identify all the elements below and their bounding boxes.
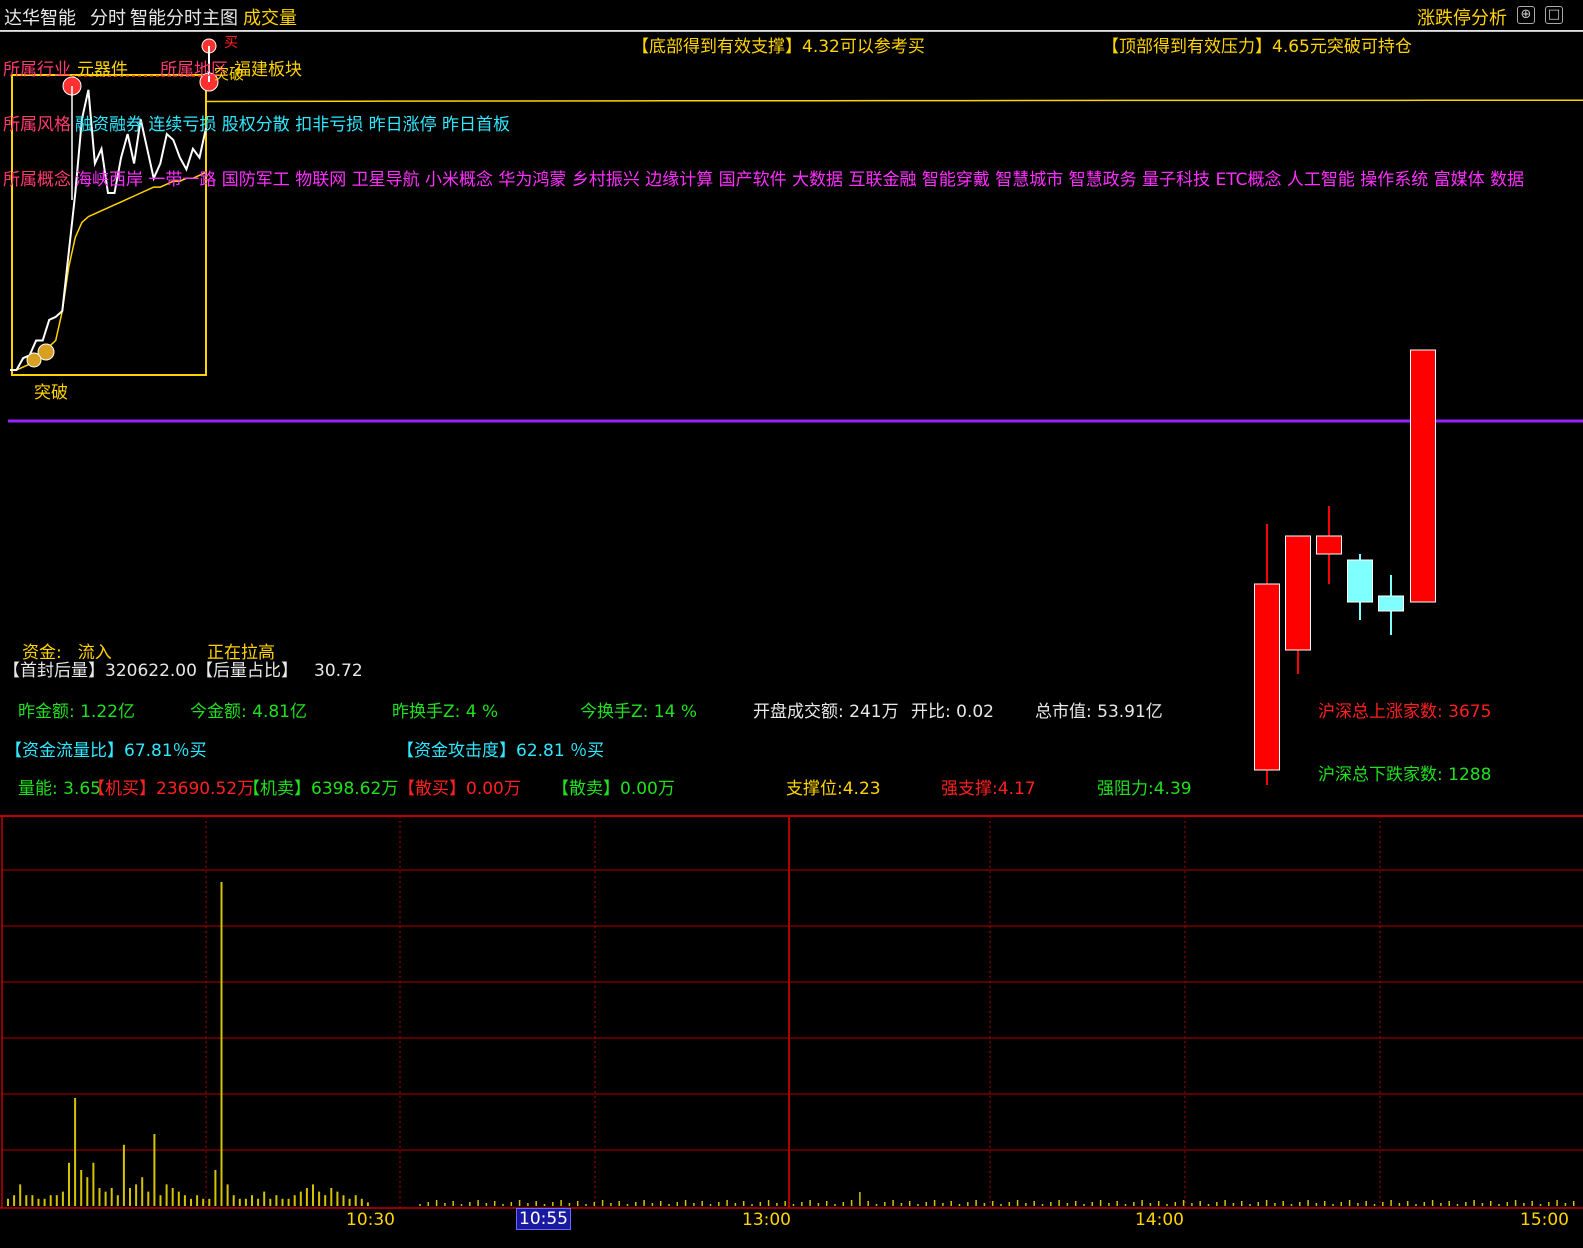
today-amount: 今金额: 4.81亿 bbox=[190, 702, 307, 722]
candle-body bbox=[1285, 535, 1311, 651]
retail-sell: 【散卖】0.00万 bbox=[552, 779, 675, 799]
candle-body bbox=[1347, 559, 1373, 603]
up-count: 沪深总上涨家数: 3675 bbox=[1318, 702, 1492, 722]
time-tick: 13:00 bbox=[742, 1210, 791, 1230]
today-turnover: 今换手Z: 14 % bbox=[580, 702, 697, 722]
inst-sell: 【机卖】6398.62万 bbox=[243, 779, 399, 799]
retail-buy: 【散买】0.00万 bbox=[398, 779, 521, 799]
market-cap: 总市值: 53.91亿 bbox=[1035, 702, 1163, 722]
prev-amount: 昨金额: 1.22亿 bbox=[18, 702, 135, 722]
candle-body bbox=[1410, 349, 1436, 603]
time-tick: 15:00 bbox=[1520, 1210, 1569, 1230]
breakout-bottom-label: 突破 bbox=[34, 383, 68, 403]
down-count: 沪深总下跌家数: 1288 bbox=[1318, 765, 1492, 785]
attack-degree: 【资金攻击度】62.81 ％买 bbox=[397, 741, 605, 761]
support-level: 支撑位:4.23 bbox=[786, 779, 881, 799]
after-ratio: 【后量占比】 30.72 bbox=[196, 661, 363, 681]
time-tick: 10:30 bbox=[346, 1210, 395, 1230]
style-tag: 所属风格 融资融券 连续亏损 股权分散 扣非亏损 昨日涨停 昨日首板 bbox=[3, 115, 511, 135]
avg-line-long bbox=[205, 99, 1583, 103]
strong-support: 强支撑:4.17 bbox=[941, 779, 1036, 799]
flow-ratio: 【资金流量比】67.81％买 bbox=[5, 741, 207, 761]
candle-body bbox=[1316, 535, 1342, 555]
prev-turnover: 昨换手Z: 4 % bbox=[392, 702, 499, 722]
buy-mark: 买 bbox=[224, 35, 238, 51]
pressure-banner: 【顶部得到有效压力】4.65元突破可持仓 bbox=[1102, 37, 1412, 57]
open-amount: 开盘成交额: 241万 bbox=[753, 702, 899, 722]
breakout-top-label: 突破 bbox=[214, 65, 245, 83]
candle-body bbox=[1254, 583, 1280, 771]
support-banner: 【底部得到有效支撑】4.32可以参考买 bbox=[632, 37, 925, 57]
open-ratio: 开比: 0.02 bbox=[911, 702, 994, 722]
candle-body bbox=[1378, 595, 1404, 612]
money-bag-icon bbox=[26, 352, 42, 368]
concept-tag: 所属概念 海峡西岸 一带一路 国防军工 物联网 卫星导航 小米概念 华为鸿蒙 乡村… bbox=[3, 170, 1525, 190]
inst-buy: 【机买】23690.52万 bbox=[88, 779, 255, 799]
time-tick: 14:00 bbox=[1135, 1210, 1184, 1230]
strong-resist: 强阻力:4.39 bbox=[1097, 779, 1192, 799]
industry-tag: 所属行业 元器件 bbox=[3, 60, 128, 80]
first-seal: 【首封后量】320622.00 bbox=[3, 661, 197, 681]
time-cursor[interactable]: 10:55 bbox=[516, 1208, 571, 1230]
